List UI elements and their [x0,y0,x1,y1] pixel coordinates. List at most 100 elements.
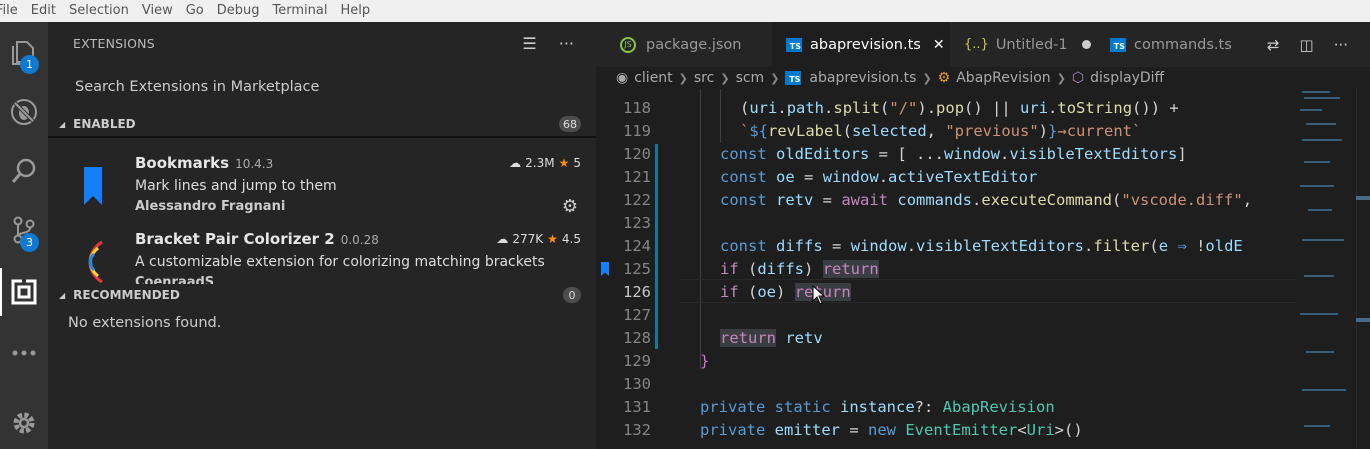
clear-extensions-icon[interactable]: ☰ [522,34,536,53]
vertical-scrollbar[interactable] [1356,89,1370,449]
line-number: 121 [623,168,651,186]
minimap-line [1302,239,1344,241]
minimap-line [1300,313,1338,315]
editor-tabs: JS package.json TS abaprevision.ts ✕ {..… [596,22,1370,67]
extensions-sidebar: EXTENSIONS ☰ ··· Search Extensions in Ma… [48,22,596,449]
tab-commands-ts[interactable]: TS commands.ts [1096,22,1246,67]
rating: 5 [573,156,581,170]
close-icon[interactable]: ✕ [933,37,945,53]
breadcrumb-item[interactable]: abaprevision.ts [809,70,916,86]
method-icon: ⬡ [1071,70,1085,86]
chevron-right-icon: ❯ [922,71,932,85]
extension-version: 0.0.28 [340,233,379,247]
recommended-section-header[interactable]: ◢ RECOMMENDED 0 [48,284,596,306]
tab-label: Untitled-1 [995,36,1068,53]
modified-lines-gutter [655,144,658,349]
breadcrumb-item[interactable]: displayDiff [1090,70,1164,86]
tab-untitled-1[interactable]: {..} Untitled-1 [950,22,1096,67]
recommended-count-badge: 0 [563,287,581,303]
folder-circle-icon: ◉ [616,70,629,86]
line-number: 118 [623,99,651,117]
minimap-line [1300,185,1334,187]
activity-bar: 1 3 [0,22,48,449]
manage-button[interactable] [0,399,48,447]
tab-package-json[interactable]: JS package.json [596,22,772,67]
breadcrumb-item[interactable]: scm [736,70,765,86]
code-editor[interactable]: 118 119 120 121 122 123 124 125 126 127 … [596,89,1296,449]
no-extensions-message: No extensions found. [68,315,222,331]
tab-abaprevision-ts[interactable]: TS abaprevision.ts ✕ [772,22,950,67]
source-control-button[interactable]: 3 [0,206,48,254]
bracket-colorizer-icon [88,240,103,284]
line-number: 123 [623,214,651,232]
minimap-line [1304,161,1330,163]
menu-help[interactable]: Help [340,0,370,22]
menu-go[interactable]: Go [186,0,204,22]
breadcrumb-item[interactable]: AbapRevision [956,70,1050,86]
minimap-line [1302,139,1342,141]
extensions-search-input[interactable]: Search Extensions in Marketplace [75,79,319,95]
minimap-line [1302,91,1330,93]
line-number: 132 [623,421,651,439]
extension-item-bookmarks[interactable]: Bookmarks 10.4.3 ☁ 2.3M ★ 5 Mark lines an… [48,154,596,224]
extensions-icon [11,279,37,305]
split-editor-icon[interactable]: ◫ [1300,36,1314,54]
breadcrumb: ◉ client ❯ src ❯ scm ❯ TS abaprevision.t… [596,67,1296,89]
tab-label: package.json [646,36,742,53]
download-count: 2.3M [525,156,555,170]
cloud-download-icon: ☁ [496,232,509,246]
code-line: const diffs = window.visibleTextEditors.… [720,237,1243,255]
indent-guide [700,89,701,369]
line-number: 131 [623,398,651,416]
scroll-marker [1356,196,1370,200]
breadcrumb-item[interactable]: client [634,70,672,86]
source-control-badge: 3 [20,233,39,252]
recommended-label: RECOMMENDED [73,288,180,302]
search-button[interactable] [0,147,48,195]
enabled-count-badge: 68 [559,116,581,132]
rating: 4.5 [561,232,581,246]
code-line: if (diffs) return [720,260,879,278]
menu-terminal[interactable]: Terminal [273,0,328,22]
line-number: 119 [623,122,651,140]
star-icon: ★ [547,232,558,246]
open-changes-icon[interactable]: ⇄ [1267,36,1280,54]
cloud-download-icon: ☁ [509,156,522,170]
menu-edit[interactable]: Edit [31,0,56,22]
menu-selection[interactable]: Selection [69,0,129,22]
code-line: const oe = window.activeTextEditor [720,168,1038,186]
typescript-icon: TS [786,37,802,52]
scroll-marker [1356,318,1370,322]
extensions-button[interactable] [0,268,48,316]
extension-stats: ☁ 277K ★ 4.5 [496,232,581,246]
breadcrumb-item[interactable]: src [694,70,714,86]
extension-description: A customizable extension for colorizing … [135,254,545,270]
extension-description: Mark lines and jump to them [135,178,337,194]
manage-extension-gear-icon[interactable]: ⚙ [562,196,578,217]
class-icon: ⚙ [937,70,951,86]
debug-button[interactable] [0,88,48,136]
minimap-line [1306,351,1334,353]
typescript-icon: TS [785,71,802,85]
indent-guide [720,89,721,143]
search-icon [11,158,36,183]
explorer-button[interactable]: 1 [0,29,48,77]
more-actions-icon[interactable]: ··· [559,34,574,53]
tab-label: abaprevision.ts [810,36,921,53]
minimap-line [1302,389,1346,391]
enabled-section-header[interactable]: ◢ ENABLED 68 [48,113,596,135]
minimap[interactable] [1296,89,1356,449]
extension-item-bracket-pair-colorizer[interactable]: Bracket Pair Colorizer 2 0.0.28 ☁ 277K ★ … [48,230,596,286]
typescript-icon: TS [1110,37,1126,52]
menu-view[interactable]: View [142,0,173,22]
sidebar-title: EXTENSIONS [73,36,155,51]
minimap-line [1306,123,1336,125]
menu-file[interactable]: File [0,0,18,22]
more-actions-icon[interactable]: ··· [1334,36,1348,54]
extension-author: Alessandro Fragnani [135,199,286,214]
line-number: 126 [623,283,651,301]
more-button[interactable] [0,329,48,377]
menu-bar: File Edit Selection View Go Debug Termin… [0,0,1370,22]
code-line: `${revLabel(selected, "previous")}→curre… [740,122,1142,140]
menu-debug[interactable]: Debug [217,0,260,22]
